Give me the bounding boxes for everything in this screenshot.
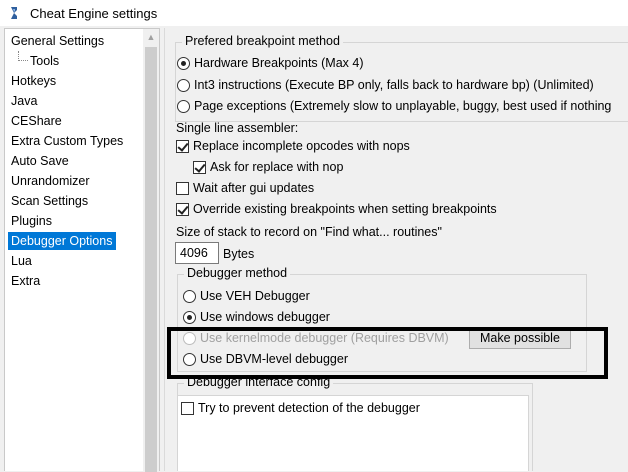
sidebar-item-hotkeys[interactable]: Hotkeys — [6, 71, 144, 91]
sidebar-scrollbar[interactable]: ▲ — [143, 29, 159, 472]
settings-sidebar: General Settings Tools Hotkeys Java CEShare E… — [4, 28, 160, 472]
radio-int3-instructions[interactable]: Int3 instructions (Execute BP only, fall… — [177, 76, 594, 94]
checkbox[interactable] — [176, 202, 189, 216]
sidebar-item-label: Auto Save — [11, 154, 69, 168]
sidebar-item-scan-settings[interactable]: Scan Settings — [6, 191, 144, 211]
checkbox[interactable] — [193, 160, 206, 174]
sidebar-item-tools[interactable]: Tools — [6, 51, 144, 71]
checkbox-replace-nops[interactable]: Replace incomplete opcodes with nops — [176, 137, 410, 155]
stack-unit: Bytes — [223, 245, 254, 263]
sidebar-item-ceshare[interactable]: CEShare — [6, 111, 144, 131]
sidebar-item-auto-save[interactable]: Auto Save — [6, 151, 144, 171]
scrollbar-thumb[interactable] — [145, 47, 157, 472]
sidebar-item-extra[interactable]: Extra — [6, 271, 144, 291]
sidebar-item-label: Extra — [11, 274, 41, 288]
checkbox-override-breakpoints[interactable]: Override existing breakpoints when setti… — [176, 200, 497, 218]
sidebar-item-label: Extra Custom Types — [11, 134, 124, 148]
sidebar-item-general-settings[interactable]: General Settings — [6, 31, 144, 51]
radio-label: Hardware Breakpoints (Max 4) — [194, 56, 364, 70]
sidebar-list: General Settings Tools Hotkeys Java CEShare E… — [6, 31, 144, 291]
radio-button[interactable] — [183, 310, 196, 324]
sidebar-item-plugins[interactable]: Plugins — [6, 211, 144, 231]
sidebar-item-label: Debugger Options — [8, 232, 117, 250]
radio-button[interactable] — [177, 99, 190, 113]
checkbox-prevent-detection[interactable]: Try to prevent detection of the debugger — [181, 399, 420, 417]
checkbox-label: Replace incomplete opcodes with nops — [193, 139, 410, 153]
radio-windows-debugger[interactable]: Use windows debugger — [183, 308, 330, 326]
checkbox[interactable] — [176, 139, 189, 153]
sidebar-item-label: Plugins — [11, 214, 52, 228]
assembler-label-text: Single line assembler: — [176, 121, 299, 135]
sidebar-item-label: General Settings — [11, 34, 105, 48]
sidebar-item-debugger-options[interactable]: Debugger Options — [6, 231, 144, 251]
sidebar-item-label: Unrandomizer — [11, 174, 90, 188]
tree-connector-icon — [18, 51, 28, 61]
assembler-label: Single line assembler: — [176, 119, 298, 137]
sidebar-item-label: CEShare — [11, 114, 62, 128]
radio-button[interactable] — [177, 78, 190, 92]
radio-label: Use VEH Debugger — [200, 289, 310, 303]
window-title: Cheat Engine settings — [30, 5, 158, 21]
radio-label: Use windows debugger — [200, 310, 330, 324]
checkbox-wait-gui[interactable]: Wait after gui updates — [176, 179, 314, 197]
title-bar: Cheat Engine settings — [0, 0, 628, 26]
debugger-options-panel: Prefered breakpoint method Hardware Brea… — [164, 28, 628, 471]
checkbox[interactable] — [176, 181, 189, 195]
radio-veh-debugger[interactable]: Use VEH Debugger — [183, 287, 310, 305]
radio-button[interactable] — [183, 289, 196, 303]
sidebar-item-label: Lua — [11, 254, 32, 268]
sidebar-item-label: Java — [11, 94, 38, 108]
sidebar-item-java[interactable]: Java — [6, 91, 144, 111]
checkbox-ask-replace[interactable]: Ask for replace with nop — [193, 158, 343, 176]
stack-size-label-text: Size of stack to record on "Find what...… — [176, 225, 442, 239]
checkbox[interactable] — [181, 401, 194, 415]
checkbox-label: Ask for replace with nop — [210, 160, 344, 174]
stack-size-input[interactable] — [175, 242, 219, 264]
annotation-highlight-box — [167, 327, 608, 379]
radio-label: Int3 instructions (Execute BP only, fall… — [194, 78, 594, 92]
breakpoint-method-title: Prefered breakpoint method — [182, 34, 343, 48]
scroll-up-icon[interactable]: ▲ — [143, 29, 159, 45]
checkbox-label: Override existing breakpoints when setti… — [193, 202, 497, 216]
debugger-method-title: Debugger method — [184, 266, 291, 280]
radio-label: Page exceptions (Extremely slow to unpla… — [194, 99, 612, 113]
radio-hardware-breakpoints[interactable]: Hardware Breakpoints (Max 4) — [177, 54, 364, 72]
radio-button[interactable] — [177, 56, 190, 70]
radio-page-exceptions[interactable]: Page exceptions (Extremely slow to unpla… — [177, 97, 611, 115]
sidebar-item-unrandomizer[interactable]: Unrandomizer — [6, 171, 144, 191]
checkbox-label: Try to prevent detection of the debugger — [198, 401, 420, 415]
stack-size-label: Size of stack to record on "Find what...… — [176, 223, 442, 241]
checkbox-label: Wait after gui updates — [193, 181, 315, 195]
sidebar-item-label: Scan Settings — [11, 194, 89, 208]
sidebar-item-extra-custom-types[interactable]: Extra Custom Types — [6, 131, 144, 151]
sidebar-item-lua[interactable]: Lua — [6, 251, 144, 271]
sidebar-item-label: Hotkeys — [11, 74, 57, 88]
cheat-engine-icon — [11, 7, 17, 19]
sidebar-item-label: Tools — [30, 54, 60, 68]
stack-unit-text: Bytes — [223, 247, 255, 261]
